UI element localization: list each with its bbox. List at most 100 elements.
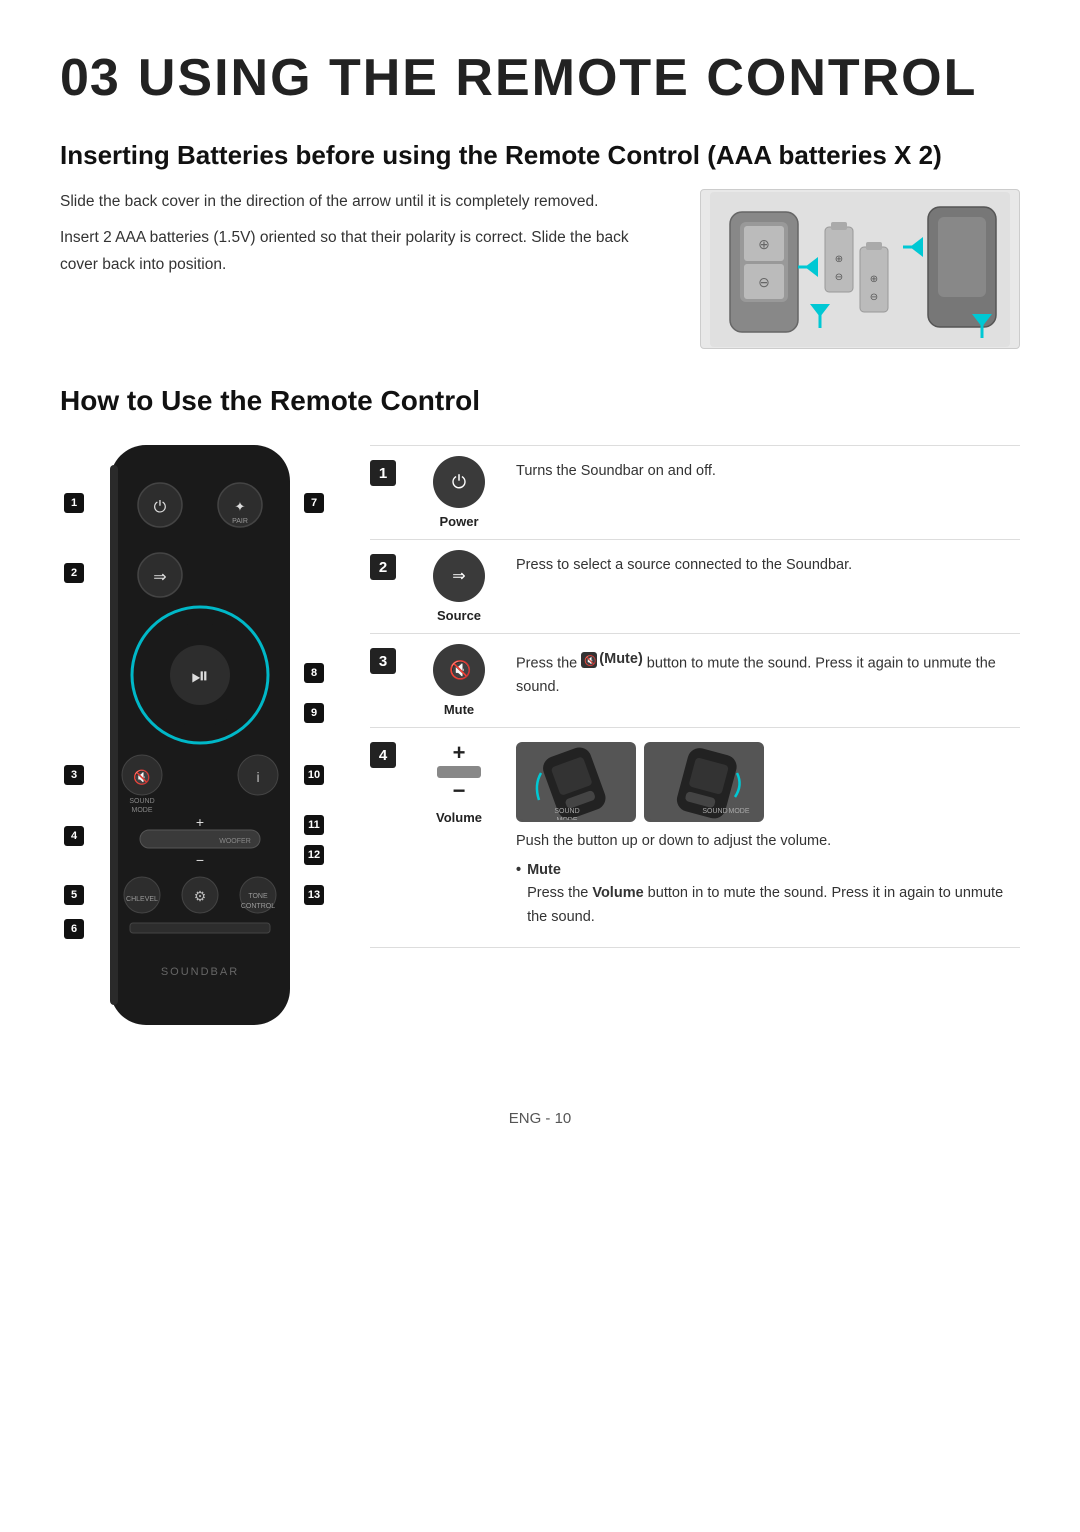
badge-3: 3 <box>64 765 84 785</box>
mute-press-text: Press the <box>527 885 592 901</box>
remote-svg-wrapper: ⏻ ✦ PAIR ⇒ <box>60 445 340 1070</box>
svg-text:🔇: 🔇 <box>584 654 596 667</box>
mute-num-cell: 3 <box>370 634 414 727</box>
svg-text:CHLEVEL: CHLEVEL <box>126 896 158 903</box>
svg-text:SOUND: SOUND <box>554 808 579 815</box>
svg-text:WOOFER: WOOFER <box>219 838 251 845</box>
volume-main-desc: Push the button up or down to adjust the… <box>516 833 831 849</box>
bullet-text: Mute Press the Volume button in to mute … <box>527 859 1012 929</box>
mute-inline-icon: 🔇 (Mute) <box>581 648 643 671</box>
volume-badge: 4 <box>370 742 396 768</box>
source-icon-circle: ⇒ <box>433 550 485 602</box>
svg-text:−: − <box>196 852 204 868</box>
chapter-title: USING THE REMOTE CONTROL <box>138 48 978 108</box>
volume-plus-icon: + <box>453 742 466 764</box>
mute-description: Press the 🔇 (Mute) button to mute the so… <box>504 634 1020 727</box>
badge-1: 1 <box>64 493 84 513</box>
battery-svg: ⊕ ⊖ ⊕ ⊖ ⊕ ⊖ <box>710 192 1010 347</box>
badge-2: 2 <box>64 563 84 583</box>
badge-10: 10 <box>304 765 324 785</box>
svg-text:⊕: ⊕ <box>758 236 770 252</box>
svg-text:🔇: 🔇 <box>449 659 471 680</box>
svg-text:i: i <box>256 769 259 785</box>
badge-12: 12 <box>304 845 324 865</box>
button-row-source: 2 ⇒ Source Press to select a source conn… <box>370 540 1020 634</box>
svg-text:⊖: ⊖ <box>870 292 878 303</box>
volume-label: Volume <box>436 810 482 825</box>
battery-text2: Insert 2 AAA batteries (1.5V) oriented s… <box>60 225 670 278</box>
source-label: Source <box>437 608 481 623</box>
mute-small-icon: 🔇 <box>581 652 597 668</box>
remote-diagram: ⏻ ✦ PAIR ⇒ <box>60 445 340 1070</box>
mute-bold-label: (Mute) <box>599 648 643 671</box>
badge-6: 6 <box>64 919 84 939</box>
battery-text: Slide the back cover in the direction of… <box>60 189 670 278</box>
vol-img-right-svg: SOUND MODE <box>647 745 762 820</box>
power-badge: 1 <box>370 460 396 486</box>
badge-5: 5 <box>64 885 84 905</box>
volume-img-right: SOUND MODE <box>644 742 764 822</box>
button-row-mute: 3 🔇 Mute Press the <box>370 634 1020 728</box>
svg-text:⊕: ⊕ <box>835 254 843 265</box>
bullet-dot: • <box>516 859 521 929</box>
power-icon-circle: ⏻ <box>433 456 485 508</box>
source-badge: 2 <box>370 554 396 580</box>
power-num-cell: 1 <box>370 446 414 539</box>
badge-11: 11 <box>304 815 324 835</box>
volume-num-cell: 4 <box>370 728 414 768</box>
battery-section: Inserting Batteries before using the Rem… <box>60 140 1020 349</box>
power-description: Turns the Soundbar on and off. <box>504 446 1020 539</box>
svg-text:SOUND: SOUND <box>129 798 154 805</box>
howto-title: How to Use the Remote Control <box>60 385 1020 417</box>
svg-text:PAIR: PAIR <box>232 518 248 525</box>
button-reference-table: 1 ⏻ Power Turns the Soundbar on and off.… <box>370 445 1020 948</box>
source-icon-cell: ⇒ Source <box>414 540 504 633</box>
svg-text:⊖: ⊖ <box>835 272 843 283</box>
battery-text1: Slide the back cover in the direction of… <box>60 189 670 215</box>
svg-text:⚙: ⚙ <box>194 888 207 904</box>
button-row-volume: 4 + − Volume <box>370 728 1020 948</box>
battery-illustration: ⊕ ⊖ ⊕ ⊖ ⊕ ⊖ <box>700 189 1020 349</box>
badge-9: 9 <box>304 703 324 723</box>
button-row-power: 1 ⏻ Power Turns the Soundbar on and off. <box>370 445 1020 540</box>
volume-img-left: SOUND MODE <box>516 742 636 822</box>
badge-13: 13 <box>304 885 324 905</box>
power-label: Power <box>439 514 478 529</box>
source-num-cell: 2 <box>370 540 414 633</box>
volume-icon-cell: + − Volume <box>414 728 504 835</box>
chapter-number: 03 <box>60 48 120 108</box>
svg-text:⏯: ⏯ <box>191 663 209 688</box>
battery-title: Inserting Batteries before using the Rem… <box>60 140 1020 171</box>
svg-text:+: + <box>196 814 204 830</box>
battery-content: Slide the back cover in the direction of… <box>60 189 1020 349</box>
svg-text:⇒: ⇒ <box>153 569 166 586</box>
svg-text:🔇: 🔇 <box>133 769 150 786</box>
page-title: 03 USING THE REMOTE CONTROL <box>60 48 1020 108</box>
svg-text:MODE: MODE <box>728 808 749 815</box>
mute-icon-circle: 🔇 <box>433 644 485 696</box>
mute-label: Mute <box>444 702 474 717</box>
mute-badge: 3 <box>370 648 396 674</box>
volume-minus-icon: − <box>453 780 466 802</box>
power-icon-cell: ⏻ Power <box>414 446 504 539</box>
source-description: Press to select a source connected to th… <box>504 540 1020 633</box>
power-icon: ⏻ <box>452 472 466 493</box>
mute-bullet-label: Mute <box>527 862 561 878</box>
svg-text:CONTROL: CONTROL <box>241 903 275 910</box>
volume-bar-icon <box>437 766 481 778</box>
howto-section: How to Use the Remote Control ⏻ <box>60 385 1020 1070</box>
svg-text:TONE: TONE <box>248 893 268 900</box>
badge-8: 8 <box>304 663 324 683</box>
page-footer: ENG - 10 <box>60 1110 1020 1127</box>
badge-4: 4 <box>64 826 84 846</box>
volume-bullet: • Mute Press the Volume button in to mut… <box>516 859 1012 929</box>
svg-text:SOUNDBAR: SOUNDBAR <box>161 966 239 978</box>
mute-svg-icon: 🔇 <box>445 656 473 684</box>
howto-content: ⏻ ✦ PAIR ⇒ <box>60 445 1020 1070</box>
mute-icon-cell: 🔇 Mute <box>414 634 504 727</box>
svg-text:SOUND: SOUND <box>702 808 727 815</box>
volume-description: SOUND MODE <box>504 728 1020 943</box>
svg-text:MODE: MODE <box>556 817 577 820</box>
svg-text:✦: ✦ <box>235 499 246 514</box>
vol-img-left-svg: SOUND MODE <box>519 745 634 820</box>
